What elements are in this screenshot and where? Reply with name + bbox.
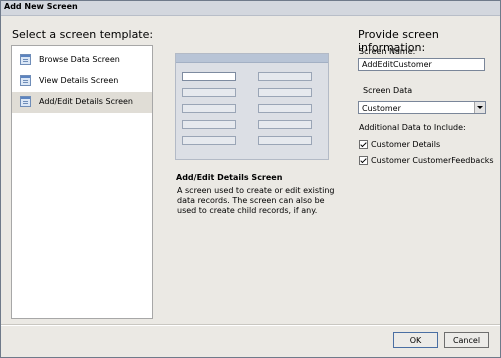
option-label: Customer Details xyxy=(371,140,441,149)
title-bar[interactable]: Add New Screen xyxy=(1,1,500,16)
template-preview xyxy=(175,53,329,160)
edit-screen-icon xyxy=(20,96,31,107)
screen-name-label: Screen Name: xyxy=(359,47,416,56)
preview-field xyxy=(182,136,236,145)
option-label: Customer CustomerFeedbacks xyxy=(371,156,494,165)
add-new-screen-dialog: Add New Screen Select a screen template:… xyxy=(0,0,501,358)
template-label: Add/Edit Details Screen xyxy=(39,97,133,106)
preview-field xyxy=(182,72,236,81)
checkbox-checked-icon[interactable] xyxy=(359,140,368,149)
template-item-browse[interactable]: Browse Data Screen xyxy=(12,50,152,71)
preview-field xyxy=(182,120,236,129)
chevron-down-icon[interactable] xyxy=(474,102,485,113)
template-label: Browse Data Screen xyxy=(39,55,120,64)
screen-name-input[interactable] xyxy=(358,58,485,71)
screen-data-select[interactable]: Customer xyxy=(358,101,486,114)
preview-field xyxy=(258,72,312,81)
preview-field xyxy=(258,136,312,145)
template-item-view-details[interactable]: View Details Screen xyxy=(12,71,152,92)
checkbox-checked-icon[interactable] xyxy=(359,156,368,165)
footer-divider xyxy=(1,324,500,326)
preview-field xyxy=(258,104,312,113)
screen-data-label: Screen Data xyxy=(363,86,413,95)
screen-data-value: Customer xyxy=(362,104,401,113)
cancel-button[interactable]: Cancel xyxy=(444,332,489,348)
browse-screen-icon xyxy=(20,54,31,65)
template-heading: Select a screen template: xyxy=(12,28,154,41)
details-screen-icon xyxy=(20,75,31,86)
template-label: View Details Screen xyxy=(39,76,119,85)
preview-field xyxy=(258,88,312,97)
dialog-title: Add New Screen xyxy=(4,2,78,11)
template-item-add-edit[interactable]: Add/Edit Details Screen xyxy=(12,92,152,113)
template-list: Browse Data Screen View Details Screen A… xyxy=(11,45,153,319)
template-description: A screen used to create or edit existing… xyxy=(177,186,335,215)
preview-field xyxy=(182,104,236,113)
additional-data-label: Additional Data to Include: xyxy=(359,123,466,132)
template-description-title: Add/Edit Details Screen xyxy=(176,173,283,182)
preview-header xyxy=(176,54,328,63)
preview-field xyxy=(182,88,236,97)
preview-field xyxy=(258,120,312,129)
ok-button[interactable]: OK xyxy=(393,332,438,348)
